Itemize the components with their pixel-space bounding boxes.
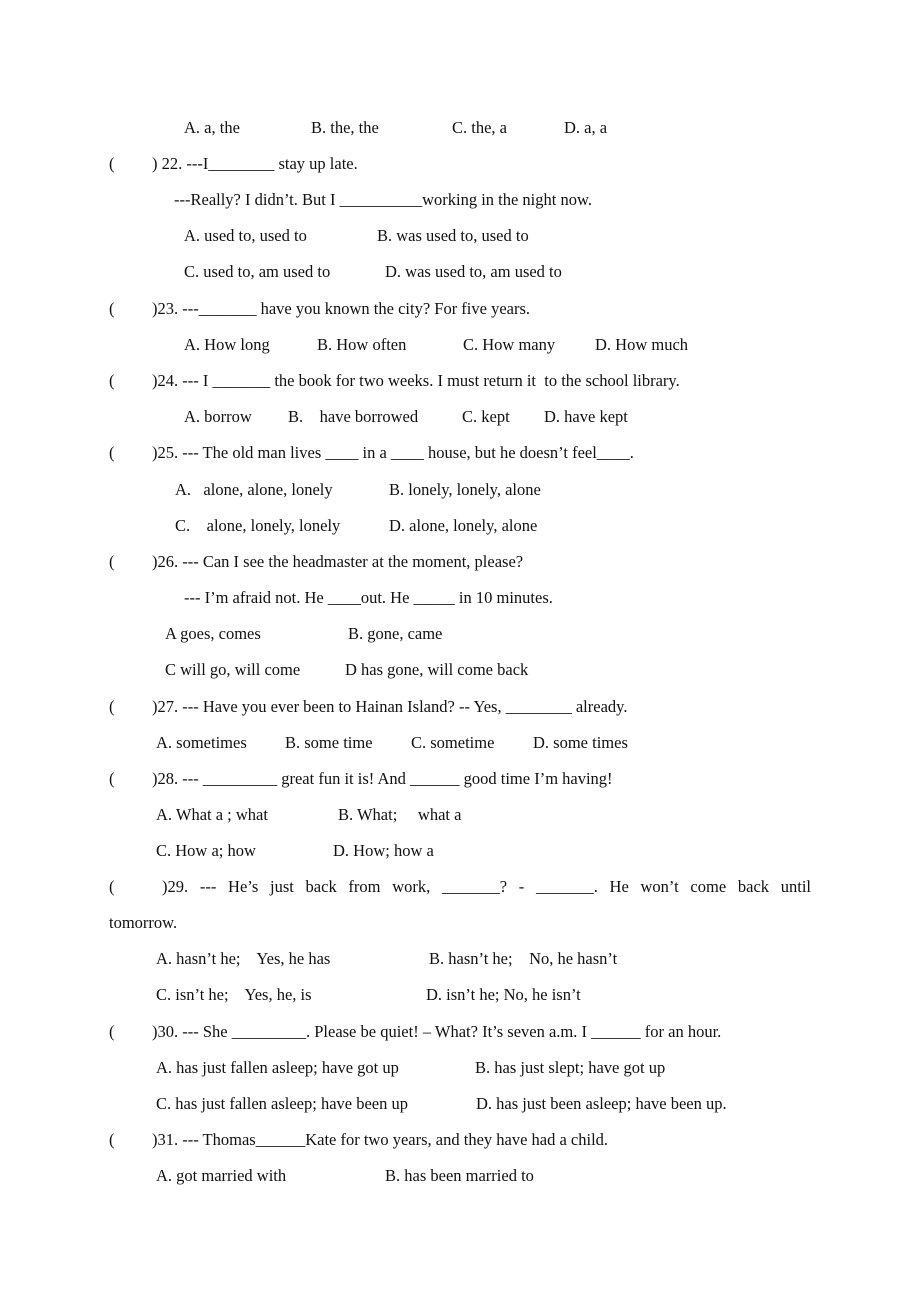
option-c: C. sometime — [411, 733, 495, 752]
option-a: A. alone, alone, lonely — [175, 480, 333, 499]
option-c: C. used to, am used to — [184, 262, 331, 281]
question-stem: )23. ---_______ have you known the city?… — [152, 299, 531, 318]
option-c: C. isn’t he; Yes, he, is — [156, 985, 312, 1004]
answer-paren: ( — [109, 1130, 115, 1149]
q21-option-c: C. the, a — [452, 118, 507, 137]
option-a: A. borrow — [184, 407, 252, 426]
answer-paren: ( — [109, 154, 115, 173]
option-a: A. has just fallen asleep; have got up — [156, 1058, 399, 1077]
question-stem-line2: tomorrow. — [109, 913, 178, 932]
option-b: B. was used to, used to — [377, 226, 529, 245]
option-a: A. got married with — [156, 1166, 287, 1185]
option-d: D. isn’t he; No, he isn’t — [426, 985, 581, 1004]
option-b: B. some time — [285, 733, 373, 752]
question-stem: )27. --- Have you ever been to Hainan Is… — [152, 697, 628, 716]
question-reply: ---Really? I didn’t. But I __________wor… — [174, 190, 592, 209]
question-stem: )28. --- _________ great fun it is! And … — [152, 769, 613, 788]
question-reply: --- I’m afraid not. He ____out. He _____… — [184, 588, 553, 607]
option-b: B. How often — [317, 335, 407, 354]
option-a: A. What a ; what — [156, 805, 268, 824]
option-a: A goes, comes — [165, 624, 261, 643]
option-c: C. How a; how — [156, 841, 256, 860]
answer-paren: ( — [109, 1022, 115, 1041]
answer-paren: ( — [109, 443, 115, 462]
option-c: C. How many — [463, 335, 556, 354]
q21-option-d: D. a, a — [564, 118, 608, 137]
answer-paren: ( — [109, 877, 115, 896]
question-stem: )25. --- The old man lives ____ in a ___… — [152, 443, 634, 462]
option-c: C. has just fallen asleep; have been up — [156, 1094, 409, 1113]
question-stem: )26. --- Can I see the headmaster at the… — [152, 552, 524, 571]
answer-paren: ( — [109, 552, 115, 571]
option-d: D has gone, will come back — [345, 660, 529, 679]
q21-option-b: B. the, the — [311, 118, 379, 137]
option-a: A. How long — [184, 335, 270, 354]
answer-paren: ( — [109, 769, 115, 788]
q21-option-a: A. a, the — [184, 118, 240, 137]
option-d: D. alone, lonely, alone — [389, 516, 538, 535]
option-c: C. kept — [462, 407, 510, 426]
question-stem: ) 22. ---I________ stay up late. — [152, 154, 358, 173]
answer-paren: ( — [109, 697, 115, 716]
option-d: D. some times — [533, 733, 628, 752]
option-d: D. How; how a — [333, 841, 434, 860]
option-b: B. has been married to — [385, 1166, 534, 1185]
answer-paren: ( — [109, 299, 115, 318]
option-c: C will go, will come — [165, 660, 301, 679]
question-stem: )31. --- Thomas______Kate for two years,… — [152, 1130, 609, 1149]
option-d: D. How much — [595, 335, 689, 354]
option-b: B. gone, came — [348, 624, 443, 643]
option-b: B. has just slept; have got up — [475, 1058, 666, 1077]
option-a: A. hasn’t he; Yes, he has — [156, 949, 331, 968]
option-b: B. What; what a — [338, 805, 462, 824]
option-a: A. sometimes — [156, 733, 247, 752]
option-d: D. was used to, am used to — [385, 262, 562, 281]
option-d: D. has just been asleep; have been up. — [476, 1094, 727, 1113]
question-stem-line1: )29. --- He’s just back from work, _____… — [162, 877, 811, 896]
option-b: B. have borrowed — [288, 407, 419, 426]
answer-paren: ( — [109, 371, 115, 390]
option-a: A. used to, used to — [184, 226, 307, 245]
option-c: C. alone, lonely, lonely — [175, 516, 341, 535]
option-b: B. hasn’t he; No, he hasn’t — [429, 949, 618, 968]
question-stem: )24. --- I _______ the book for two week… — [152, 371, 680, 390]
question-stem: )30. --- She _________. Please be quiet!… — [152, 1022, 722, 1041]
option-b: B. lonely, lonely, alone — [389, 480, 541, 499]
option-d: D. have kept — [544, 407, 628, 426]
